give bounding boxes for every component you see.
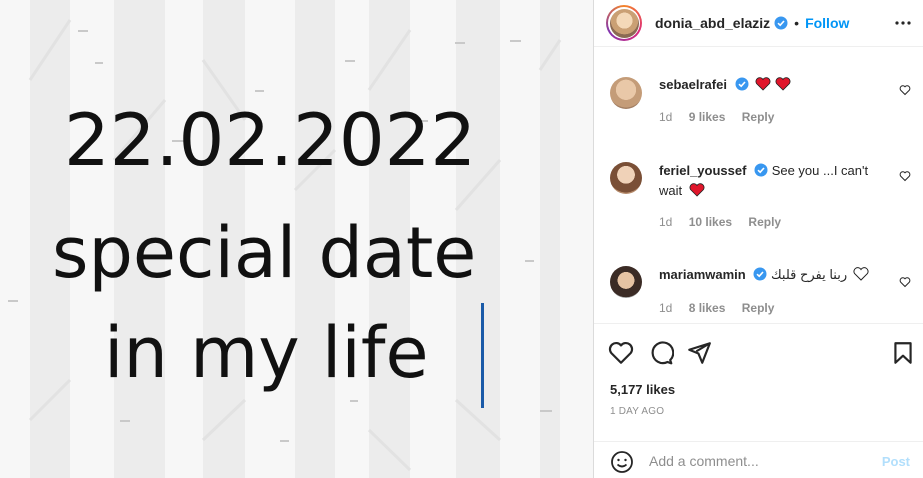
comment-text: sebaelrafei	[659, 75, 879, 95]
red-heart-emoji-icon	[755, 77, 771, 91]
image-text-line3: in my life	[104, 312, 429, 394]
comment-message: ربنا يفرح قلبك	[770, 267, 848, 282]
separator-dot: •	[794, 15, 800, 31]
commenter-avatar[interactable]	[610, 77, 642, 109]
image-text-line2: special date	[52, 212, 477, 294]
post-image[interactable]: 22.02.2022 special date in my life	[0, 0, 593, 478]
image-text-date: 22.02.2022	[64, 98, 477, 182]
comment-age: 1d	[659, 110, 673, 124]
post-actions	[594, 340, 923, 366]
commenter-avatar[interactable]	[610, 266, 642, 298]
comment-age: 1d	[659, 215, 673, 229]
add-comment-input[interactable]	[649, 450, 869, 472]
bookmark-icon[interactable]	[890, 340, 916, 366]
comment-likes[interactable]: 8 likes	[689, 301, 726, 315]
heart-icon[interactable]	[899, 170, 911, 182]
comment-likes[interactable]: 9 likes	[689, 110, 726, 124]
reply-button[interactable]: Reply	[748, 215, 781, 229]
post-side-panel: donia_abd_elaziz • Follow sebaelrafei 1d…	[593, 0, 923, 478]
post-author-username[interactable]: donia_abd_elaziz	[655, 15, 770, 31]
post-timestamp: 1 DAY AGO	[610, 406, 665, 417]
post-header: donia_abd_elaziz • Follow	[594, 0, 923, 47]
red-heart-emoji-icon	[775, 77, 791, 91]
commenter-avatar[interactable]	[610, 162, 642, 194]
comment-username[interactable]: mariamwamin	[659, 267, 746, 282]
follow-button[interactable]: Follow	[805, 15, 849, 31]
comment-username[interactable]: feriel_youssef	[659, 163, 746, 178]
white-heart-emoji-icon	[853, 267, 869, 281]
comment-text: feriel_youssef See you ...I can't wait	[659, 161, 879, 201]
profile-avatar[interactable]	[606, 5, 642, 41]
heart-icon[interactable]	[899, 276, 911, 288]
comment-username[interactable]: sebaelrafei	[659, 77, 727, 92]
comment-meta: 1d 8 likes Reply	[659, 301, 787, 315]
comments-list: sebaelrafei 1d 9 likes Reply feriel_yous…	[594, 48, 923, 324]
red-heart-emoji-icon	[689, 183, 705, 197]
comment-meta: 1d 10 likes Reply	[659, 215, 794, 229]
reply-button[interactable]: Reply	[742, 110, 775, 124]
verified-icon	[774, 16, 788, 30]
heart-icon[interactable]	[899, 84, 911, 96]
more-icon[interactable]	[893, 13, 913, 33]
comment-meta: 1d 9 likes Reply	[659, 110, 787, 124]
verified-icon	[735, 77, 749, 91]
comment-text: mariamwamin ربنا يفرح قلبك	[659, 265, 879, 285]
verified-icon	[754, 163, 768, 177]
emoji-icon[interactable]	[610, 450, 634, 474]
verified-icon	[753, 267, 767, 281]
post-likes-count[interactable]: 5,177 likes	[610, 382, 675, 397]
post-comment-button[interactable]: Post	[882, 454, 910, 469]
comment-age: 1d	[659, 301, 673, 315]
comment-likes[interactable]: 10 likes	[689, 215, 732, 229]
reply-button[interactable]: Reply	[742, 301, 775, 315]
text-cursor	[481, 303, 484, 408]
like-heart-icon[interactable]	[608, 340, 634, 366]
comment-icon[interactable]	[648, 340, 674, 366]
add-comment-bar: Post	[594, 441, 923, 478]
share-icon[interactable]	[686, 340, 712, 366]
